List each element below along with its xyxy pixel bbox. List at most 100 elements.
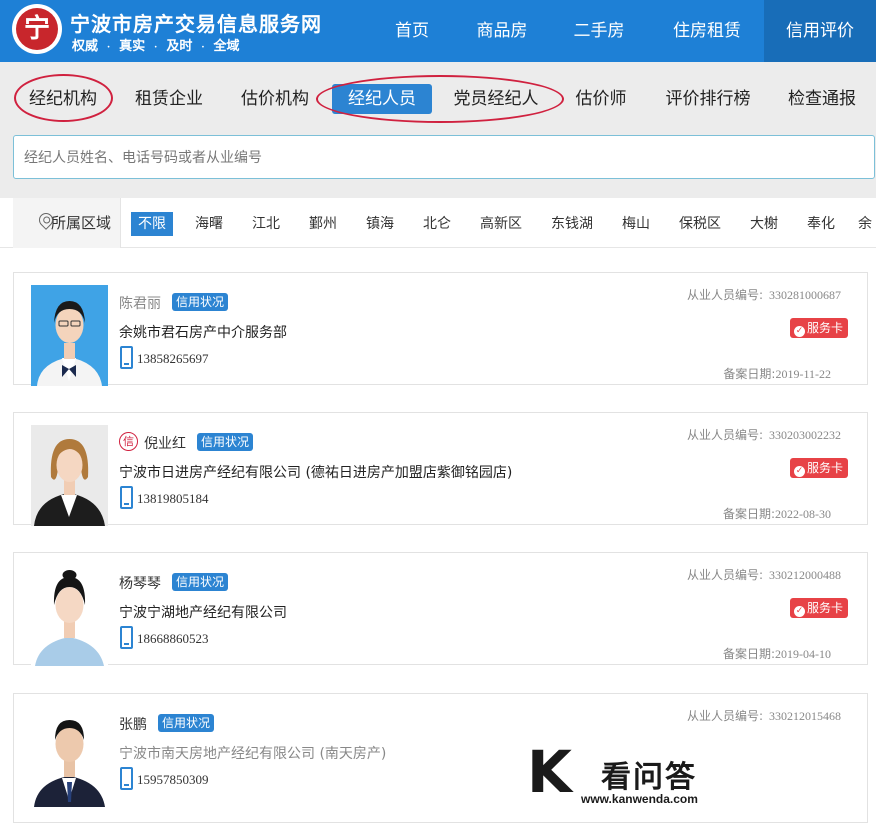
filing-date-label: 备案日期: (723, 367, 776, 381)
filing-date-label: 备案日期: (722, 507, 775, 521)
agent-phone: 18668860523 (137, 631, 209, 646)
agent-name[interactable]: 张鹏 (119, 714, 147, 734)
filing-date-value: 2022-08-30 (775, 507, 831, 521)
agent-company: 宁波市南天房地产经纪有限公司 (南天房产) (119, 746, 387, 762)
slogan-word: 权威 (72, 39, 99, 54)
registration-value: 330212000488 (769, 568, 841, 582)
tab-inspection-reports[interactable]: 检查通报 (780, 88, 864, 110)
agent-name[interactable]: 倪业红 (144, 433, 186, 453)
agent-card[interactable]: 杨琴琴 信用状况 宁波宁湖地产经纪有限公司 18668860523 从业人员编号… (13, 552, 868, 666)
registration-value: 330203002232 (769, 428, 841, 442)
check-icon: ✓ (793, 326, 805, 337)
slogan-separator: · (154, 43, 158, 53)
agent-photo (31, 425, 108, 526)
nav-second-hand[interactable]: 二手房 (556, 0, 642, 62)
tab-rental-companies[interactable]: 租赁企业 (128, 88, 210, 110)
phone-icon (120, 626, 133, 649)
watermark: K 看问答 www.kanwenda.com (521, 740, 751, 810)
agent-photo (31, 285, 108, 386)
region-option[interactable]: 奉化 (800, 212, 842, 236)
region-option[interactable]: 海曙 (188, 212, 230, 236)
registration-label: 从业人员编号: (686, 428, 763, 442)
region-option[interactable]: 北仑 (416, 212, 458, 236)
service-card-label: 服务卡 (806, 321, 843, 335)
watermark-url: www.kanwenda.com (581, 792, 698, 806)
slogan-separator: · (201, 43, 205, 53)
filing-date: 备案日期:2022-08-30 (723, 505, 831, 522)
region-option[interactable]: 江北 (245, 212, 287, 236)
credit-status-badge[interactable]: 信用状况 (172, 573, 229, 591)
filing-date-label: 备案日期: (722, 647, 775, 661)
registration-label: 从业人员编号: (686, 709, 763, 723)
watermark-text: 看问答 (601, 760, 697, 795)
registration-number: 从业人员编号: 330212000488 (687, 566, 841, 583)
watermark-k-logo-icon: K (527, 738, 572, 806)
agent-phone: 13858265697 (137, 351, 209, 366)
credit-status-badge[interactable]: 信用状况 (172, 293, 229, 311)
region-option[interactable]: 余 (858, 212, 876, 236)
agent-phone: 15957850309 (137, 772, 209, 787)
site-logo[interactable]: 宁 (12, 4, 62, 54)
slogan-word: 全域 (213, 39, 240, 54)
slogan-word: 及时 (166, 39, 193, 54)
agent-phone: 13819805184 (137, 491, 209, 506)
nav-rental[interactable]: 住房租赁 (660, 0, 754, 62)
region-label-text: 所属区域 (51, 214, 112, 232)
agent-card[interactable]: 信 倪业红 信用状况 宁波市日进房产经纪有限公司 (德祐日进房产加盟店紫御铭园店… (13, 412, 868, 526)
credit-status-badge[interactable]: 信用状况 (158, 714, 215, 732)
registration-value: 330281000687 (769, 288, 841, 302)
phone-icon (120, 346, 133, 369)
tab-rankings[interactable]: 评价排行榜 (660, 88, 756, 110)
logo-emblem: 宁 (16, 8, 58, 50)
agent-name[interactable]: 杨琴琴 (119, 573, 161, 593)
region-filter-bar: 所属区域 不限 海曙 江北 鄞州 镇海 北仑 高新区 东钱湖 梅山 保税区 大榭… (0, 198, 876, 248)
registration-value: 330212015468 (769, 709, 841, 723)
region-option[interactable]: 镇海 (359, 212, 401, 236)
registration-number: 从业人员编号: 330281000687 (687, 286, 841, 303)
service-card-label: 服务卡 (806, 601, 843, 615)
site-title: 宁波市房产交易信息服务网 (70, 12, 322, 36)
phone-icon (120, 486, 133, 509)
agent-company: 宁波宁湖地产经纪有限公司 (119, 605, 287, 621)
check-icon: ✓ (793, 606, 805, 617)
region-option[interactable]: 高新区 (474, 212, 528, 236)
tab-brokerage-firms[interactable]: 经纪机构 (20, 88, 106, 110)
service-card-button[interactable]: ✓ 服务卡 (789, 598, 848, 618)
agent-company: 宁波市日进房产经纪有限公司 (德祐日进房产加盟店紫御铭园店) (119, 465, 513, 481)
site-slogan: 权威 · 真实 · 及时 · 全域 (72, 35, 239, 54)
service-card-button[interactable]: ✓ 服务卡 (789, 458, 848, 478)
registration-number: 从业人员编号: 330203002232 (687, 426, 841, 443)
credit-status-badge[interactable]: 信用状况 (197, 433, 254, 451)
agent-name[interactable]: 陈君丽 (119, 293, 161, 313)
filing-date-value: 2019-04-10 (775, 647, 831, 661)
filing-date: 备案日期:2019-04-10 (723, 645, 831, 662)
filing-date-value: 2019-11-22 (775, 367, 831, 381)
agent-photo (31, 565, 108, 666)
region-option[interactable]: 大榭 (743, 212, 785, 236)
phone-icon (120, 767, 133, 790)
service-card-label: 服务卡 (806, 461, 843, 475)
registration-number: 从业人员编号: 330212015468 (687, 707, 841, 724)
site-header: 宁 宁波市房产交易信息服务网 权威 · 真实 · 及时 · 全域 首页 商品房 二手房 住房… (0, 0, 876, 62)
nav-new-homes[interactable]: 商品房 (460, 0, 544, 62)
tab-broker-personnel[interactable]: 经纪人员 (332, 84, 432, 114)
tab-appraisal-firms[interactable]: 估价机构 (234, 88, 316, 110)
filing-date: 备案日期:2019-11-22 (723, 365, 831, 382)
tab-party-member-brokers[interactable]: 党员经纪人 (446, 88, 546, 110)
region-option[interactable]: 不限 (131, 212, 173, 236)
registration-label: 从业人员编号: (686, 568, 763, 582)
nav-credit-evaluation[interactable]: 信用评价 (764, 0, 876, 62)
region-option[interactable]: 保税区 (672, 212, 728, 236)
slogan-word: 真实 (119, 39, 146, 54)
agent-card[interactable]: 陈君丽 信用状况 余姚市君石房产中介服务部 13858265697 从业人员编号… (13, 272, 868, 386)
search-input[interactable] (13, 135, 875, 179)
tab-appraisers[interactable]: 估价师 (568, 88, 634, 110)
service-card-button[interactable]: ✓ 服务卡 (789, 318, 848, 338)
region-option[interactable]: 鄞州 (302, 212, 344, 236)
region-option[interactable]: 梅山 (615, 212, 657, 236)
agent-photo (31, 706, 108, 807)
nav-home[interactable]: 首页 (368, 0, 456, 62)
registration-label: 从业人员编号: (686, 288, 763, 302)
slogan-separator: · (107, 43, 111, 53)
region-option[interactable]: 东钱湖 (543, 212, 601, 236)
